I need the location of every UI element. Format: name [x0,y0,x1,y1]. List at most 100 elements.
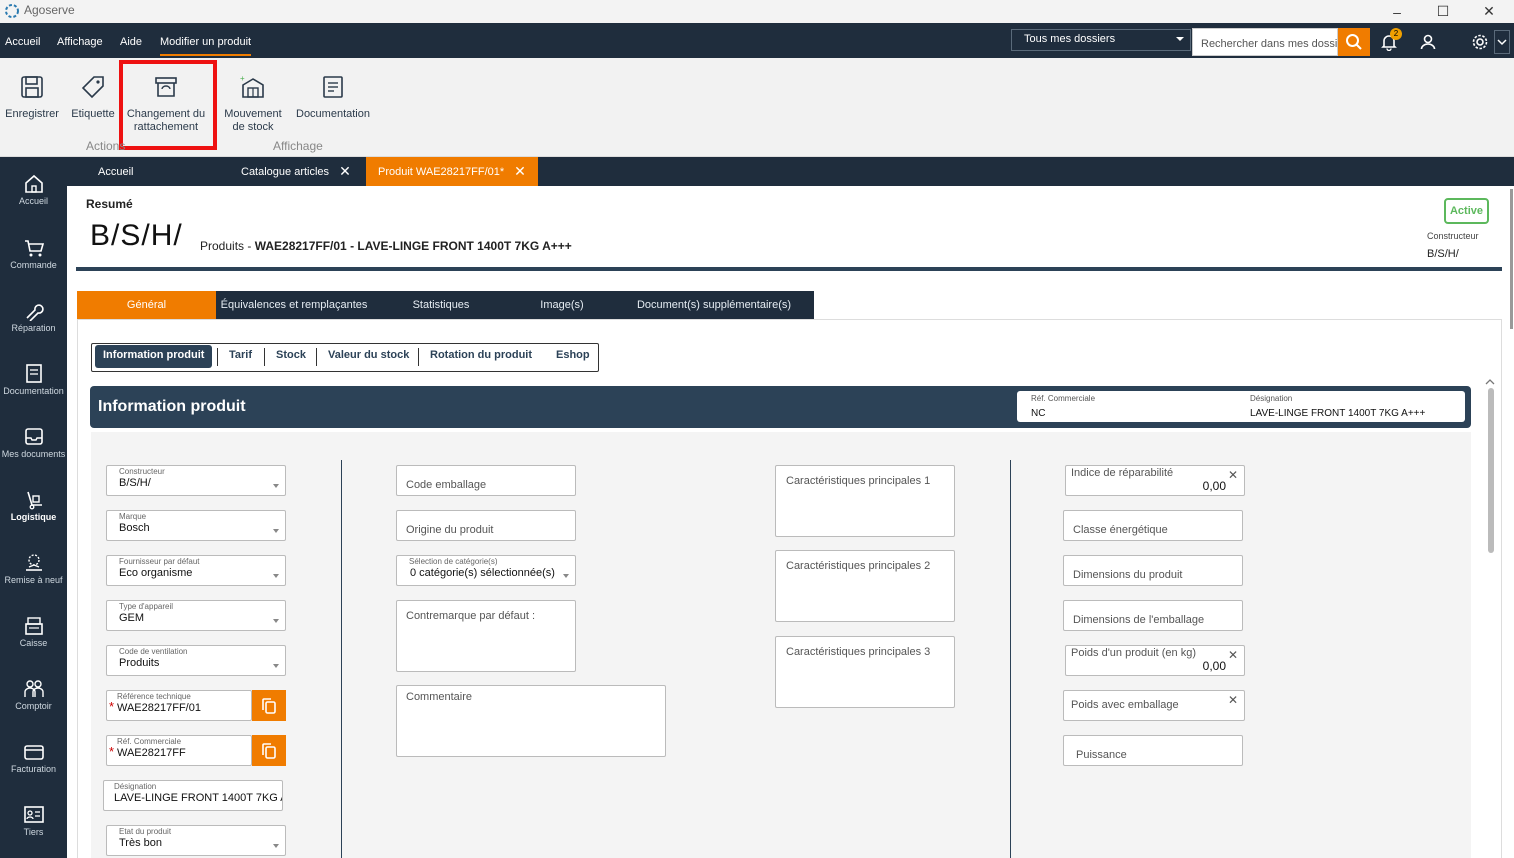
clear-icon[interactable]: ✕ [1228,693,1238,707]
field-label: Marque [119,512,147,521]
field-value: Très bon [119,837,163,849]
tab-documents-supp[interactable]: Document(s) supplémentaire(s) [614,291,814,319]
panel-scrollbar-thumb[interactable] [1488,388,1494,553]
subtab-valeur-stock[interactable]: Valeur du stock [328,349,409,361]
subtab-rotation[interactable]: Rotation du produit [430,349,532,361]
tab-equivalences[interactable]: Équivalences et remplaçantes [216,291,372,319]
caracteristiques-2-field[interactable]: Caractéristiques principales 2 [775,550,955,622]
save-label: Enregistrer [5,108,59,120]
poids-produit-field[interactable]: Poids d'un produit (en kg) ✕ 0,00 [1065,645,1245,676]
field-value: 0,00 [1202,479,1226,493]
clear-icon[interactable]: ✕ [1228,648,1238,662]
categorie-select[interactable]: Sélection de catégorie(s) 0 catégorie(s)… [396,555,576,586]
field-label: Etat du produit [119,827,172,836]
commentaire-field[interactable]: Commentaire [396,685,666,757]
chevron-down-icon [563,574,569,578]
dimensions-produit-field[interactable]: Dimensions du produit [1063,555,1243,586]
sidebar-item-caisse[interactable]: Caisse [0,616,67,648]
etat-select[interactable]: Etat du produit Très bon [106,825,286,856]
highlight-box [119,60,217,150]
search-button[interactable] [1338,28,1370,56]
field-placeholder: Contremarque par défaut : [406,610,536,622]
subtab-stock[interactable]: Stock [276,349,306,361]
sidebar-item-facturation[interactable]: Facturation [0,742,67,774]
sidebar-item-documentation[interactable]: Documentation [0,364,67,396]
ref-commerciale-label: Réf. Commerciale [1031,394,1096,403]
subtab-tarif[interactable]: Tarif [229,349,252,361]
fournisseur-select[interactable]: Fournisseur par défaut Eco organisme [106,555,286,586]
hand-truck-icon [26,491,42,510]
close-icon[interactable]: ✕ [339,163,351,180]
caracteristiques-3-field[interactable]: Caractéristiques principales 3 [775,636,955,708]
settings-button[interactable] [1468,30,1492,54]
origine-field[interactable]: Origine du produit [396,510,576,541]
ref-commerciale-value: NC [1031,408,1046,419]
type-appareil-select[interactable]: Type d'appareil GEM [106,600,286,631]
subtab-information-produit[interactable]: Information produit [95,345,213,368]
ref-commerciale-field[interactable]: * Réf. Commerciale WAE28217FF [106,735,252,766]
maximize-button[interactable]: ☐ [1420,0,1466,23]
svg-text:+: + [240,74,245,83]
contremarque-field[interactable]: Contremarque par défaut : [396,600,576,672]
close-icon[interactable]: ✕ [514,163,526,180]
tab-accueil[interactable]: Accueil [98,157,133,186]
search-input[interactable]: Rechercher dans mes dossiers [1192,28,1338,56]
menu-modifier-produit[interactable]: Modifier un produit [160,36,252,56]
contact-card-icon [23,806,44,823]
scroll-up-icon[interactable] [1485,378,1495,386]
settings-dropdown[interactable] [1494,30,1510,54]
warehouse-icon: + [240,74,264,98]
classe-energetique-field[interactable]: Classe énergétique [1063,510,1243,541]
ref-technique-field[interactable]: * Référence technique WAE28217FF/01 [106,690,252,721]
stock-movement-button[interactable]: + Mouvement de stock [220,74,286,134]
tab-images[interactable]: Image(s) [510,291,614,319]
tab-label: Catalogue articles [241,165,330,178]
save-button[interactable]: Enregistrer [5,74,59,121]
field-label: Réf. Commerciale [117,737,182,746]
sidebar-item-logistique[interactable]: Logistique [0,490,67,522]
close-window-button[interactable]: ✕ [1466,0,1512,23]
constructeur-value: B/S/H/ [1427,248,1459,260]
sidebar-item-comptoir[interactable]: Comptoir [0,679,67,711]
constructeur-select[interactable]: Constructeur B/S/H/ [106,465,286,496]
tab-general[interactable]: Général [77,291,216,319]
user-button[interactable] [1416,30,1440,54]
designation-field[interactable]: Désignation LAVE-LINGE FRONT 1400T 7KG A… [103,780,283,811]
marque-select[interactable]: Marque Bosch [106,510,286,541]
menu-accueil[interactable]: Accueil [5,36,40,48]
sidebar-item-mes-documents[interactable]: Mes documents [0,427,67,459]
wrench-icon [25,304,44,321]
cash-register-icon [24,617,43,635]
minimize-button[interactable]: – [1374,0,1420,23]
caracteristiques-1-field[interactable]: Caractéristiques principales 1 [775,465,955,537]
indice-reparabilite-field[interactable]: Indice de réparabilité ✕ 0,00 [1065,465,1245,496]
chevron-down-icon [273,574,279,578]
label-button[interactable]: Etiquette [68,74,118,121]
poids-emballage-field[interactable]: Poids avec emballage ✕ [1063,690,1245,721]
documentation-button[interactable]: Documentation [294,74,372,121]
tab-produit[interactable]: Produit WAE28217FF/01* ✕ [366,157,538,186]
tab-statistiques[interactable]: Statistiques [372,291,510,319]
menu-affichage[interactable]: Affichage [57,36,103,48]
sidebar-item-remise-a-neuf[interactable]: Remise à neuf [0,553,67,585]
sidebar-item-tiers[interactable]: Tiers [0,805,67,837]
menu-aide[interactable]: Aide [120,36,142,48]
page-scrollbar-thumb[interactable] [1510,189,1513,329]
sidebar-item-label: Mes documents [1,449,66,459]
puissance-field[interactable]: Puissance [1063,735,1243,766]
sidebar-item-commande[interactable]: Commande [0,238,67,270]
code-emballage-field[interactable]: Code emballage [396,465,576,496]
sidebar-item-accueil[interactable]: Accueil [0,174,67,206]
clear-icon[interactable]: ✕ [1228,468,1238,482]
resume-heading: Resumé [86,197,133,211]
sidebar-item-reparation[interactable]: Réparation [0,301,67,333]
home-icon [24,174,43,193]
code-ventilation-select[interactable]: Code de ventilation Produits [106,645,286,676]
tab-catalogue[interactable]: Catalogue articles ✕ [241,157,351,186]
copy-ref-commerciale-button[interactable] [252,735,286,766]
subtab-eshop[interactable]: Eshop [556,349,590,361]
folder-select[interactable]: Tous mes dossiers [1011,29,1191,51]
sidebar-item-label: Commande [10,260,57,270]
copy-ref-technique-button[interactable] [252,690,286,721]
dimensions-emballage-field[interactable]: Dimensions de l'emballage [1063,600,1243,631]
